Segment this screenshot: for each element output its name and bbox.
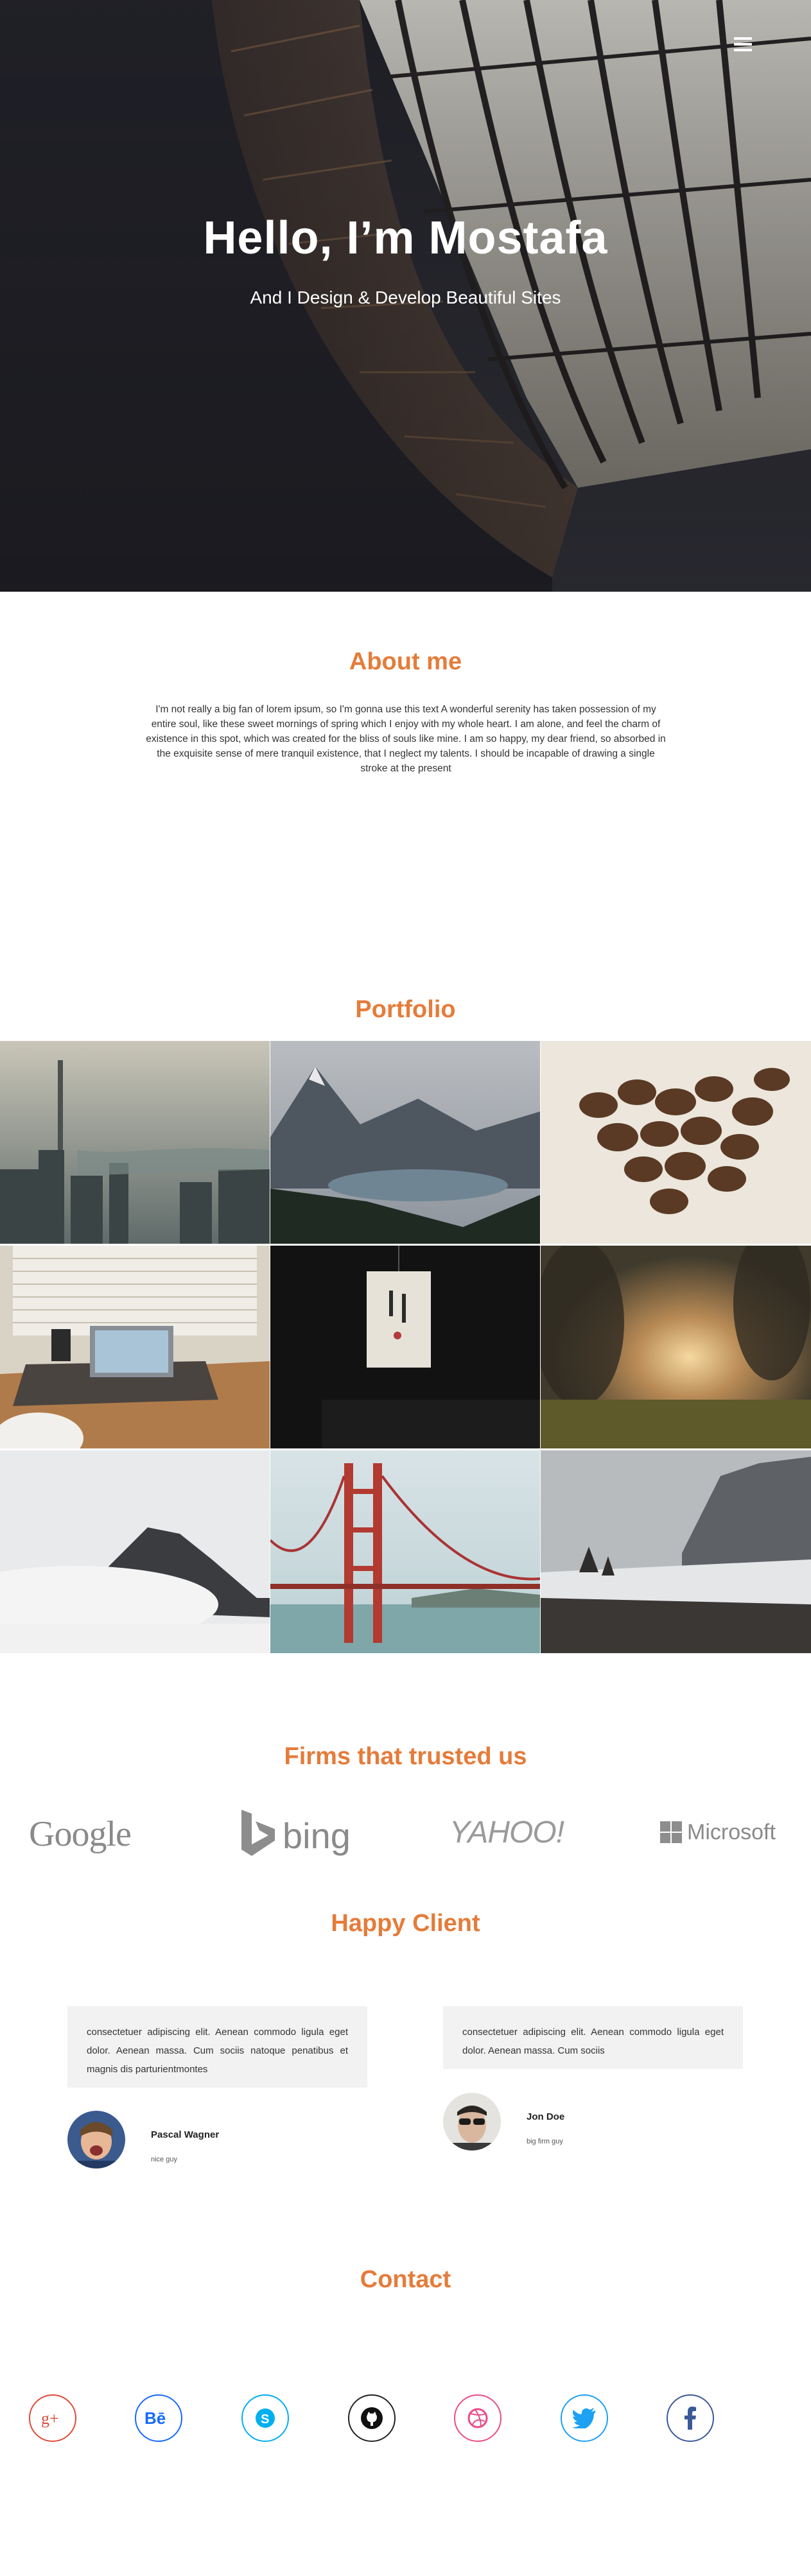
about-title: About me [349, 648, 462, 675]
portfolio-item-misty-mountain[interactable] [0, 1450, 270, 1653]
portfolio-title: Portfolio [355, 996, 456, 1023]
testimonial-card: consectetuer adipiscing elit. Aenean com… [67, 2006, 367, 2199]
skype-icon[interactable]: S [241, 2394, 289, 2442]
hero-subtitle: And I Design & Develop Beautiful Sites [250, 288, 561, 307]
firms-section: Firms that trusted us Google bing YAHOO!… [0, 1653, 811, 1903]
twitter-icon[interactable] [561, 2394, 608, 2442]
svg-text:g+: g+ [41, 2409, 59, 2428]
google-logo: Google [29, 1814, 132, 1854]
behance-icon[interactable]: Bē [135, 2394, 182, 2442]
testimonial-card: consectetuer adipiscing elit. Aenean com… [443, 2006, 743, 2199]
portfolio-item-laptop-desk[interactable] [0, 1246, 270, 1448]
hero-title: Hello, I’m Mostafa [203, 212, 608, 264]
firms-title: Firms that trusted us [284, 1743, 527, 1770]
dribbble-icon[interactable] [454, 2394, 501, 2442]
facebook-icon[interactable] [667, 2394, 714, 2442]
about-section: About me I'm not really a big fan of lor… [0, 592, 811, 913]
microsoft-logo-text: Microsoft [687, 1820, 776, 1844]
testimonial-quote: consectetuer adipiscing elit. Aenean com… [67, 2006, 367, 2088]
svg-text:S: S [261, 2412, 269, 2426]
microsoft-squares-icon [660, 1821, 682, 1843]
portfolio-section: Portfolio [0, 913, 811, 1653]
client-role: big firm guy [527, 2138, 563, 2145]
hamburger-menu-icon[interactable] [734, 37, 752, 51]
bing-mark-icon [241, 1810, 275, 1856]
github-icon[interactable] [348, 2394, 396, 2442]
portfolio-item-mountain-lake[interactable] [270, 1041, 540, 1244]
portfolio-item-city-skyline[interactable] [0, 1041, 270, 1244]
bing-logo: bing [239, 1807, 361, 1859]
about-text: I'm not really a big fan of lorem ipsum,… [146, 704, 666, 774]
firm-logos: Google bing YAHOO! Microsoft [0, 1807, 811, 1865]
testimonial-quote: consectetuer adipiscing elit. Aenean com… [443, 2006, 743, 2069]
portfolio-grid [0, 1041, 811, 1653]
portfolio-item-golden-gate-bridge[interactable] [270, 1450, 540, 1653]
portfolio-item-coffee-beans[interactable] [541, 1041, 811, 1244]
client-avatar [443, 2093, 501, 2151]
google-plus-icon[interactable]: g+ [29, 2394, 76, 2442]
client-role: nice guy [151, 2156, 177, 2163]
contact-title: Contact [360, 2266, 451, 2293]
portfolio-item-sunset-field[interactable] [541, 1246, 811, 1448]
portfolio-item-paper-lantern[interactable] [270, 1246, 540, 1448]
hero-section: Hello, I’m Mostafa And I Design & Develo… [0, 0, 811, 592]
clients-section: Happy Client consectetuer adipiscing eli… [0, 1903, 811, 2256]
clients-title: Happy Client [331, 1910, 480, 1937]
client-name: Pascal Wagner [151, 2129, 220, 2140]
client-name: Jon Doe [527, 2111, 565, 2122]
bing-logo-text: bing [283, 1816, 351, 1856]
client-avatar [67, 2111, 125, 2168]
contact-section: Contact g+ Bē S [0, 2256, 811, 2576]
portfolio-item-rocky-coast[interactable] [541, 1450, 811, 1653]
svg-text:Bē: Bē [144, 2409, 166, 2428]
yahoo-logo: YAHOO! [449, 1816, 564, 1850]
